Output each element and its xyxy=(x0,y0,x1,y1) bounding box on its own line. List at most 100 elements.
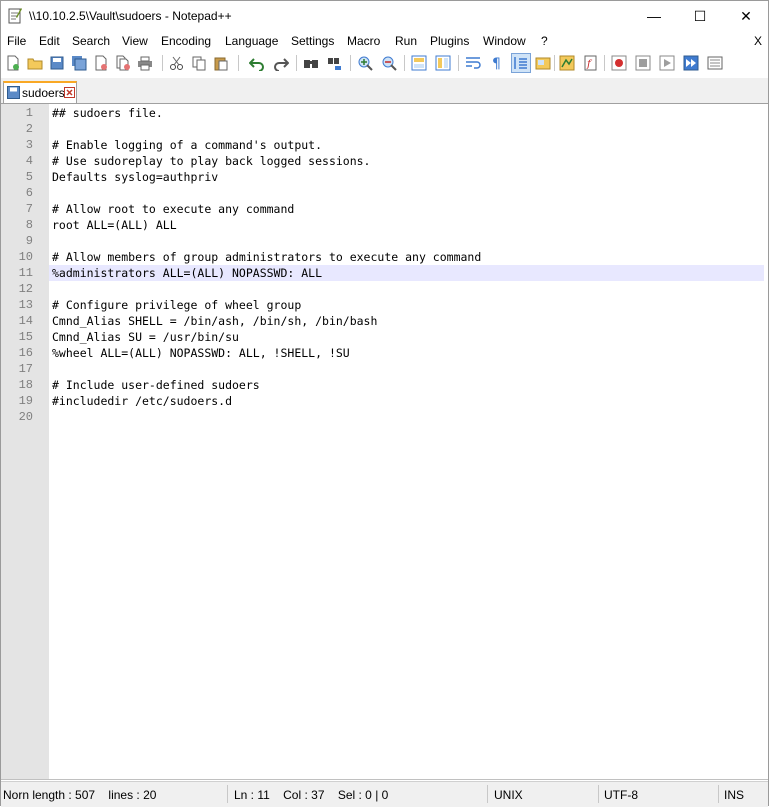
toolbar-separator xyxy=(350,55,351,71)
status-separator xyxy=(227,785,228,803)
tab-bar: sudoers xyxy=(1,78,768,104)
toolbar-separator xyxy=(238,55,239,71)
menu-settings[interactable]: Settings xyxy=(291,34,334,48)
toolbar-separator xyxy=(458,55,459,71)
code-line: %administrators ALL=(ALL) NOPASSWD: ALL xyxy=(52,266,323,280)
close-all-icon[interactable] xyxy=(114,54,132,72)
undo-icon[interactable] xyxy=(248,54,266,72)
code-line: # Include user-defined sudoers xyxy=(52,378,260,392)
replace-icon[interactable] xyxy=(326,54,344,72)
code-line: Cmnd_Alias SU = /usr/bin/su xyxy=(52,330,239,344)
code-line: Cmnd_Alias SHELL = /bin/ash, /bin/sh, /b… xyxy=(52,314,378,328)
status-separator xyxy=(718,785,719,803)
notepad-plus-plus-window: \\10.10.2.5\Vault\sudoers - Notepad++ — … xyxy=(0,0,769,807)
new-file-icon[interactable] xyxy=(4,54,22,72)
minimize-icon: — xyxy=(647,8,661,24)
stop-macro-icon[interactable] xyxy=(634,54,652,72)
line-number: 2 xyxy=(25,122,33,136)
save-macro-icon[interactable] xyxy=(706,54,724,72)
code-line: # Use sudoreplay to play back logged ses… xyxy=(52,154,371,168)
close-icon: ✕ xyxy=(740,7,752,24)
menu-file[interactable]: File xyxy=(7,34,26,48)
minimize-button[interactable]: — xyxy=(631,1,677,31)
paste-icon[interactable] xyxy=(212,54,230,72)
code-line: Defaults syslog=authpriv xyxy=(52,170,219,184)
record-macro-icon[interactable] xyxy=(610,54,628,72)
line-number: 16 xyxy=(18,346,33,360)
zoom-in-icon[interactable] xyxy=(356,54,374,72)
copy-icon[interactable] xyxy=(190,54,208,72)
find-icon[interactable] xyxy=(302,54,320,72)
line-number-gutter: 1 2 3 4 5 6 7 8 9 10 11 12 13 14 15 16 17 18 19 20 xyxy=(1,104,49,779)
close-button[interactable]: ✕ xyxy=(723,1,769,31)
menu-run[interactable]: Run xyxy=(395,34,417,48)
toolbar-separator xyxy=(604,55,605,71)
code-line: ## sudoers file. xyxy=(52,106,163,120)
save-icon[interactable] xyxy=(48,54,66,72)
line-number: 20 xyxy=(18,410,33,424)
line-number: 3 xyxy=(25,138,33,152)
zoom-out-icon[interactable] xyxy=(380,54,398,72)
line-number: 11 xyxy=(18,266,33,280)
line-number: 5 xyxy=(25,170,33,184)
sync-horizontal-icon[interactable] xyxy=(434,54,452,72)
code-line: #includedir /etc/sudoers.d xyxy=(52,394,233,408)
play-macro-icon[interactable] xyxy=(658,54,676,72)
line-number: 6 xyxy=(25,186,33,200)
close-document-button[interactable]: X xyxy=(754,34,762,48)
maximize-icon: ☐ xyxy=(693,7,707,24)
run-macro-multiple-icon[interactable] xyxy=(682,54,700,72)
doc-map-icon[interactable] xyxy=(558,54,576,72)
print-icon[interactable] xyxy=(136,54,154,72)
code-line: root ALL=(ALL) ALL xyxy=(52,218,177,232)
line-number: 7 xyxy=(25,202,33,216)
line-number: 15 xyxy=(18,330,33,344)
line-number: 18 xyxy=(18,378,33,392)
tab-sudoers[interactable]: sudoers xyxy=(3,81,77,103)
close-icon[interactable] xyxy=(92,54,110,72)
menu-search[interactable]: Search xyxy=(72,34,110,48)
window-title: \\10.10.2.5\Vault\sudoers - Notepad++ xyxy=(29,9,232,23)
menu-view[interactable]: View xyxy=(122,34,148,48)
menu-language[interactable]: Language xyxy=(225,34,278,48)
status-separator xyxy=(487,785,488,803)
toolbar: ¶ f xyxy=(1,52,768,75)
function-list-icon[interactable]: f xyxy=(582,54,600,72)
status-separator xyxy=(598,785,599,803)
close-tab-icon[interactable] xyxy=(64,87,75,98)
code-line: # Allow root to execute any command xyxy=(52,202,295,216)
open-file-icon[interactable] xyxy=(26,54,44,72)
menu-edit[interactable]: Edit xyxy=(39,34,60,48)
menu-help[interactable]: ? xyxy=(541,34,548,48)
code-line: # Allow members of group administrators … xyxy=(52,250,482,264)
word-wrap-icon[interactable] xyxy=(464,54,482,72)
menu-macro[interactable]: Macro xyxy=(347,34,380,48)
code-line: # Configure privilege of wheel group xyxy=(52,298,302,312)
save-all-icon[interactable] xyxy=(70,54,88,72)
sync-vertical-icon[interactable] xyxy=(410,54,428,72)
language-icon[interactable] xyxy=(534,54,552,72)
line-number: 14 xyxy=(18,314,33,328)
cut-icon[interactable] xyxy=(168,54,186,72)
redo-icon[interactable] xyxy=(272,54,290,72)
line-number: 17 xyxy=(18,362,33,376)
show-all-chars-icon[interactable]: ¶ xyxy=(488,54,506,72)
editor-area[interactable]: 1 2 3 4 5 6 7 8 9 10 11 12 13 14 15 16 17 18 19 20 ## sudoe… xyxy=(1,104,768,780)
line-number: 12 xyxy=(18,282,33,296)
indent-guide-icon[interactable] xyxy=(511,53,531,73)
status-encoding: UTF-8 xyxy=(604,788,638,802)
line-number: 13 xyxy=(18,298,33,312)
status-position: Ln : 11 Col : 37 Sel : 0 | 0 xyxy=(234,788,389,802)
line-number: 8 xyxy=(25,218,33,232)
status-eol: UNIX xyxy=(494,788,523,802)
toolbar-separator xyxy=(296,55,297,71)
toolbar-separator xyxy=(554,55,555,71)
maximize-button[interactable]: ☐ xyxy=(677,1,723,31)
menu-bar: File Edit Search View Encoding Language … xyxy=(1,32,768,51)
menu-encoding[interactable]: Encoding xyxy=(161,34,211,48)
line-number: 1 xyxy=(25,106,33,120)
menu-window[interactable]: Window xyxy=(483,34,526,48)
menu-plugins[interactable]: Plugins xyxy=(430,34,469,48)
toolbar-separator xyxy=(404,55,405,71)
svg-text:¶: ¶ xyxy=(492,56,501,71)
